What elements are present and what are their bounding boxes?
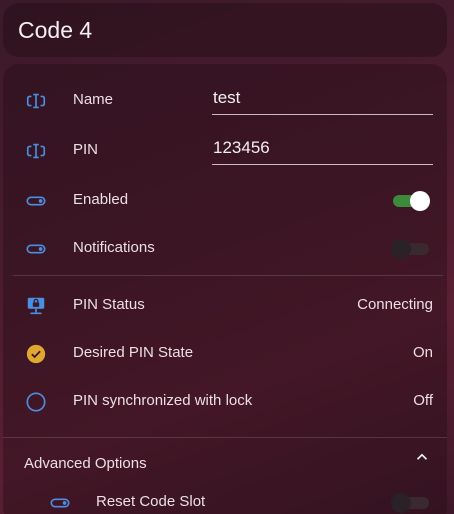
settings-card: Name PIN Enabled Notifications	[3, 64, 447, 514]
pin-row: PIN	[3, 130, 447, 170]
check-circle-icon	[26, 344, 46, 364]
toggle-knob	[391, 239, 411, 259]
circle-outline-icon	[26, 392, 46, 412]
toggle-knob	[410, 191, 430, 211]
synchronized-row: PIN synchronized with lock Off	[3, 381, 447, 421]
pin-label: PIN	[73, 141, 99, 158]
divider	[3, 437, 447, 438]
synchronized-label: PIN synchronized with lock	[73, 392, 253, 409]
form-textbox-icon	[26, 93, 46, 109]
page-title: Code 4	[18, 17, 93, 43]
toggle-knob	[391, 493, 411, 513]
divider	[13, 275, 443, 276]
pin-input[interactable]	[212, 134, 434, 162]
pin-status-value: Connecting	[357, 296, 433, 313]
synchronized-value: Off	[413, 392, 433, 409]
reset-row: Reset Code Slot	[3, 482, 447, 514]
name-input[interactable]	[212, 84, 434, 112]
enabled-label: Enabled	[73, 191, 129, 208]
reset-toggle[interactable]	[391, 493, 429, 513]
desired-state-label: Desired PIN State	[73, 344, 194, 361]
pin-status-row: PIN Status Connecting	[3, 285, 447, 325]
form-textbox-icon	[26, 143, 46, 159]
pin-field	[212, 134, 434, 165]
notifications-label: Notifications	[73, 239, 155, 256]
enabled-row: Enabled	[3, 180, 447, 220]
notifications-toggle[interactable]	[391, 239, 429, 259]
name-label: Name	[73, 91, 114, 108]
notifications-row: Notifications	[3, 228, 447, 268]
name-field	[212, 84, 434, 115]
chevron-up-icon[interactable]	[413, 448, 431, 466]
advanced-options-label[interactable]: Advanced Options	[24, 455, 147, 472]
reset-label: Reset Code Slot	[96, 493, 206, 510]
name-row: Name	[3, 80, 447, 120]
desired-state-value: On	[412, 344, 433, 361]
pin-status-label: PIN Status	[73, 296, 145, 313]
toggle-switch-icon	[50, 498, 70, 508]
toggle-switch-icon	[26, 244, 46, 254]
title-card: Code 4	[3, 3, 447, 57]
network-lock-icon	[27, 297, 45, 315]
desired-state-row: Desired PIN State On	[3, 333, 447, 373]
enabled-toggle[interactable]	[393, 191, 430, 211]
toggle-switch-icon	[26, 196, 46, 206]
